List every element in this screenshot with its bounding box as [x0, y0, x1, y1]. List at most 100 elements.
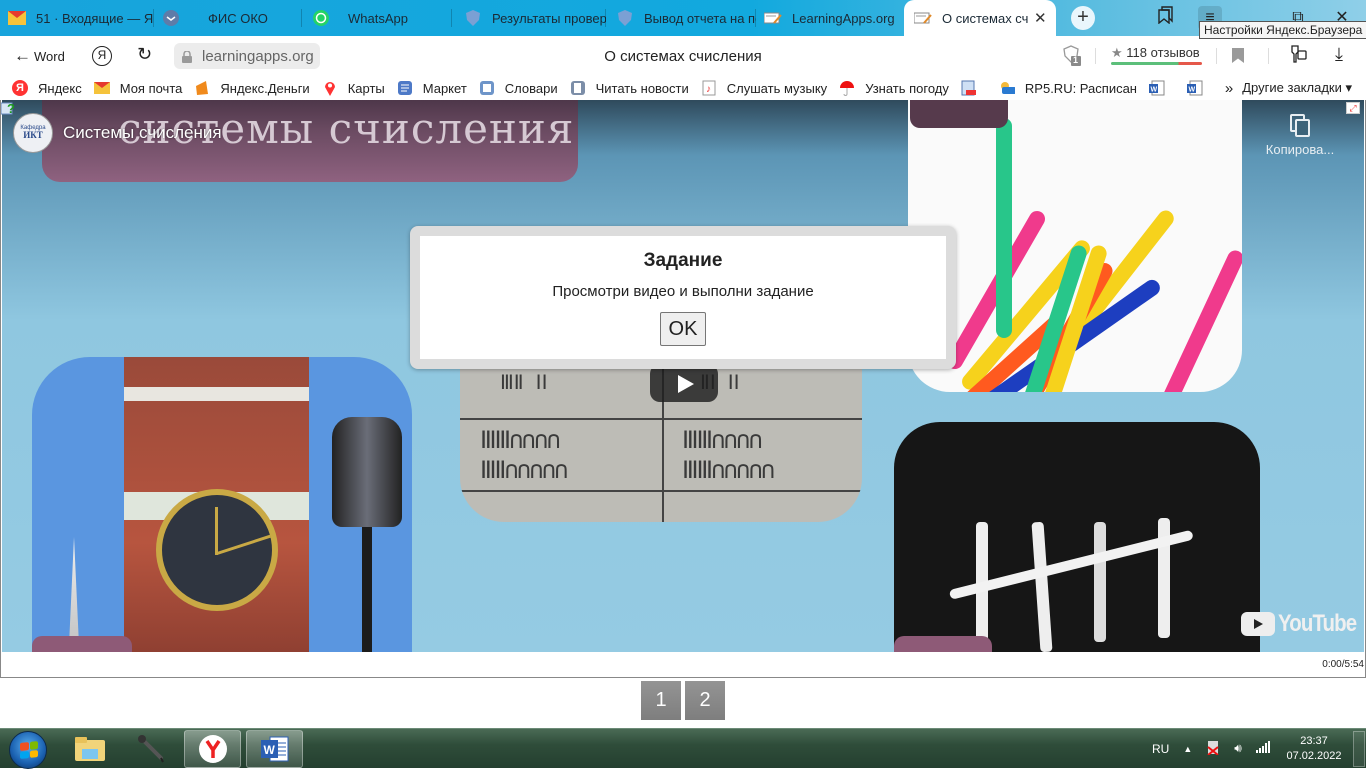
- download-icon[interactable]: ⤓: [1335, 44, 1343, 65]
- page-content: системы счисления ⅢⅢ∩∩∩∩ ⅢⅢ∩∩∩∩ ⅢⅡ∩∩∩∩∩ …: [0, 100, 1366, 728]
- network-icon[interactable]: [1255, 741, 1270, 756]
- svg-text:♪: ♪: [706, 84, 711, 95]
- microphone-icon[interactable]: [122, 730, 179, 768]
- market-icon: [397, 80, 413, 96]
- bookmark-mail[interactable]: Моя почта: [93, 80, 182, 96]
- shield-icon: [616, 9, 634, 27]
- tab-learningapps[interactable]: LearningApps.org: [764, 0, 904, 36]
- address-bar: ← Word Я ↻ learningapps.org О системах с…: [0, 36, 1366, 76]
- collections-icon[interactable]: [1154, 6, 1178, 30]
- svg-text:?: ?: [7, 101, 15, 116]
- language-indicator[interactable]: RU: [1152, 742, 1169, 756]
- news-icon: [570, 80, 586, 96]
- start-button[interactable]: [9, 731, 47, 769]
- bookmark-market[interactable]: Маркет: [397, 80, 467, 96]
- page-2-button[interactable]: 2: [685, 681, 725, 720]
- tab-fis-oko[interactable]: ФИС ОКО: [162, 0, 302, 36]
- bookmark-word-doc-2[interactable]: W: [1186, 80, 1213, 96]
- bookmark-rp5[interactable]: RP5.RU: Расписание погоды: [999, 80, 1137, 96]
- bookmark-dictionaries[interactable]: Словари: [479, 80, 558, 96]
- bookmarks-bar: Я Яндекс Моя почта Яндекс.Деньги Карты М…: [0, 76, 1366, 100]
- youtube-logo[interactable]: YouTube: [1241, 610, 1364, 638]
- fis-oko-icon: [162, 9, 180, 27]
- music-icon: ♪: [701, 80, 717, 96]
- protect-shield-icon[interactable]: 1: [1063, 45, 1083, 67]
- copy-link-button[interactable]: Копирова...: [1260, 114, 1340, 157]
- taskbar: W RU ▲ 🔊︎ 23:37 07.02.2022: [0, 728, 1366, 769]
- microsoft-word-icon[interactable]: W: [246, 730, 303, 768]
- show-hidden-icons-button[interactable]: ▲: [1183, 744, 1192, 754]
- arrow-left-icon: ←: [14, 46, 31, 65]
- dictionary-icon: [479, 80, 495, 96]
- video-title-link[interactable]: Системы счисления: [63, 123, 222, 143]
- wallet-icon: [194, 80, 210, 96]
- play-button[interactable]: [650, 364, 718, 402]
- bookmark-weather[interactable]: Узнать погоду: [839, 80, 949, 96]
- show-desktop-button[interactable]: [1353, 731, 1365, 767]
- video-time-display: 0:00/5:54: [1322, 659, 1364, 670]
- reviews-rating-bar: [1111, 62, 1202, 65]
- bookmark-money[interactable]: Яндекс.Деньги: [194, 80, 310, 96]
- bookmark-maps[interactable]: Карты: [322, 80, 385, 96]
- tab-results[interactable]: Результаты проверки: [464, 0, 606, 36]
- bookmark-icon[interactable]: [1232, 48, 1244, 63]
- bookmark-yandex[interactable]: Я Яндекс: [12, 80, 82, 96]
- yandex-browser-icon[interactable]: [184, 730, 241, 768]
- other-bookmarks-button[interactable]: Другие закладки ▾: [1242, 80, 1352, 96]
- tally-label-tag: [894, 636, 992, 652]
- back-button[interactable]: ← Word: [14, 46, 65, 66]
- fullscreen-icon[interactable]: ⤢: [1346, 102, 1360, 114]
- yandex-button[interactable]: Я: [92, 46, 112, 66]
- learningapps-icon: [764, 9, 782, 27]
- bookmark-news[interactable]: Читать новости: [570, 80, 689, 96]
- rp5-icon: [999, 80, 1015, 96]
- bookmark-music[interactable]: ♪ Слушать музыку: [701, 80, 827, 96]
- close-tab-icon[interactable]: ✕: [1034, 9, 1047, 27]
- bookmark-word-doc-1[interactable]: W: [1148, 80, 1175, 96]
- kremlin-label-tag: [32, 636, 132, 652]
- reviews-button[interactable]: ★ 118 отзывов: [1111, 45, 1202, 65]
- channel-logo[interactable]: Кафедра ИКТ: [13, 113, 53, 153]
- system-tray: RU ▲ 🔊︎: [1152, 739, 1270, 758]
- dialog-message: Просмотри видео и выполни задание: [552, 283, 814, 300]
- video-frame-counting-sticks: [908, 100, 1242, 392]
- help-icon[interactable]: ?: [0, 100, 17, 116]
- umbrella-icon: [839, 80, 855, 96]
- system-clock[interactable]: 23:37 07.02.2022: [1284, 734, 1344, 764]
- yandex-icon: Я: [12, 80, 28, 96]
- dialog-title: Задание: [643, 250, 723, 271]
- learningapps-icon: [914, 9, 932, 27]
- page-1-button[interactable]: 1: [641, 681, 681, 720]
- tab-mail[interactable]: 51 · Входящие — Яндекс: [8, 0, 154, 36]
- word-doc-icon: W: [1148, 80, 1165, 96]
- url-field[interactable]: learningapps.org: [174, 43, 320, 69]
- reload-icon[interactable]: ↻: [137, 44, 152, 65]
- ok-button[interactable]: OK: [660, 312, 706, 346]
- task-dialog: Задание Просмотри видео и выполни задани…: [410, 226, 956, 369]
- youtube-play-icon: [1241, 612, 1275, 636]
- windows-logo-icon: [20, 741, 38, 759]
- svg-text:W: W: [1188, 87, 1195, 94]
- volume-icon[interactable]: 🔊︎: [1234, 741, 1242, 756]
- tab-active-systems[interactable]: О системах счисления ✕: [904, 0, 1056, 36]
- mail-icon: [93, 80, 110, 96]
- tab-report[interactable]: Вывод отчета на печать: [616, 0, 756, 36]
- copy-icon: [1290, 114, 1310, 137]
- map-pin-icon: [322, 80, 338, 96]
- pager: 1 2: [641, 681, 725, 720]
- bookmark-pdf[interactable]: [961, 80, 987, 96]
- svg-text:W: W: [263, 743, 275, 757]
- new-tab-button[interactable]: +: [1071, 6, 1095, 30]
- power-icon[interactable]: [1206, 739, 1220, 758]
- file-explorer-icon[interactable]: [61, 730, 118, 768]
- profile-icon[interactable]: [1288, 44, 1308, 69]
- star-icon: ★: [1111, 45, 1123, 60]
- tooltip: Настройки Яндекс.Браузера: [1199, 21, 1366, 39]
- video-frame-tally-marks: [894, 422, 1260, 652]
- whatsapp-icon: [312, 9, 330, 27]
- task-dialog-body: Задание Просмотри видео и выполни задани…: [420, 236, 946, 359]
- more-bookmarks-button[interactable]: »: [1225, 80, 1233, 97]
- tab-strip: 51 · Входящие — Яндекс ФИС ОКО WhatsApp …: [0, 0, 1366, 39]
- tab-whatsapp[interactable]: WhatsApp: [312, 0, 452, 36]
- video-player[interactable]: системы счисления ⅢⅢ∩∩∩∩ ⅢⅢ∩∩∩∩ ⅢⅡ∩∩∩∩∩ …: [2, 100, 1364, 652]
